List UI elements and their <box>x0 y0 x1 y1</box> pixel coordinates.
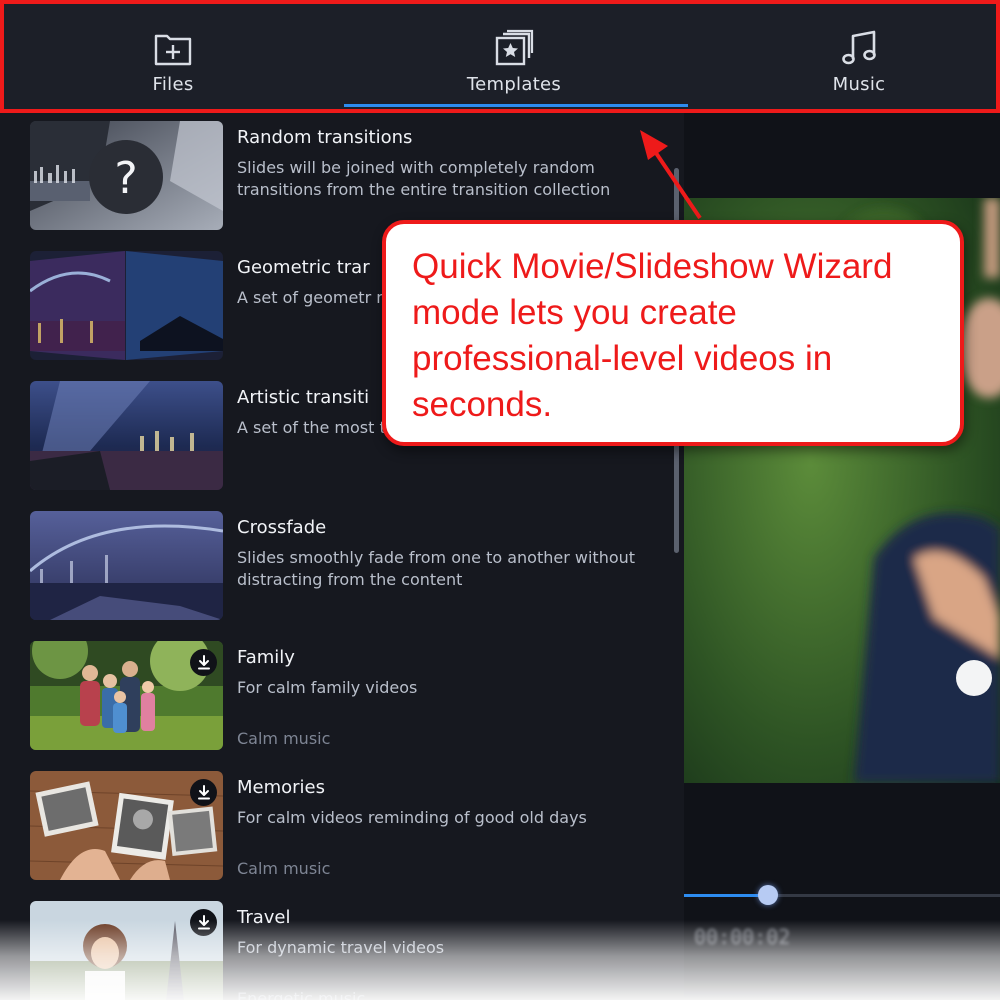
template-thumbnail <box>30 381 223 490</box>
seek-handle[interactable] <box>758 885 778 905</box>
template-thumbnail: ? <box>30 121 223 230</box>
download-badge[interactable] <box>190 649 217 676</box>
download-badge[interactable] <box>190 779 217 806</box>
svg-text:?: ? <box>114 153 137 204</box>
template-title: Travel <box>237 907 291 928</box>
template-item-memories[interactable]: Memories For calm videos reminding of go… <box>0 771 684 881</box>
template-item-crossfade[interactable]: Crossfade Slides smoothly fade from one … <box>0 511 684 621</box>
tab-templates[interactable]: Templates <box>349 8 679 110</box>
tab-files-label: Files <box>152 74 194 95</box>
template-music: Energetic music <box>237 989 366 1000</box>
template-description: Slides will be joined with completely ra… <box>237 158 611 199</box>
tab-music-label: Music <box>832 74 886 95</box>
template-item-travel[interactable]: Travel For dynamic travel videos Energet… <box>0 901 684 1000</box>
template-music: Calm music <box>237 729 331 748</box>
download-icon <box>197 655 210 670</box>
star-stack-icon <box>495 29 534 66</box>
tab-music[interactable]: Music <box>694 8 1000 110</box>
template-item-random-transitions[interactable]: ? Random transitions Slides will be join… <box>0 121 684 231</box>
top-tab-bar: Files Templates Music <box>0 0 1000 113</box>
template-thumbnail <box>30 901 223 1000</box>
template-music: Calm music <box>237 859 331 878</box>
template-title: Crossfade <box>237 517 327 538</box>
template-title: Family <box>237 647 295 668</box>
template-thumbnail <box>30 771 223 880</box>
template-title: Random transitions <box>237 127 413 148</box>
music-note-icon <box>842 30 876 65</box>
annotation-text: Quick Movie/Slideshow Wizard mode lets y… <box>412 247 893 424</box>
template-title: Memories <box>237 777 326 798</box>
download-icon <box>197 915 210 930</box>
template-description: For calm videos reminding of good old da… <box>237 808 587 827</box>
template-title: Geometric trar <box>237 257 370 278</box>
tab-files[interactable]: Files <box>8 8 338 110</box>
download-badge[interactable] <box>190 909 217 936</box>
folder-plus-icon <box>154 34 192 66</box>
template-title: Artistic transiti <box>237 387 370 408</box>
template-description: For dynamic travel videos <box>237 938 445 957</box>
template-thumbnail <box>30 641 223 750</box>
tab-templates-label: Templates <box>466 74 562 95</box>
annotation-callout: Quick Movie/Slideshow Wizard mode lets y… <box>382 220 964 446</box>
playback-timecode: 00:00:02 <box>694 925 791 949</box>
seek-bar-progress <box>684 894 768 897</box>
template-thumbnail <box>30 511 223 620</box>
template-item-family[interactable]: Family For calm family videos Calm music <box>0 641 684 751</box>
template-thumbnail <box>30 251 223 360</box>
active-tab-indicator <box>344 104 688 107</box>
template-description: Slides smoothly fade from one to another… <box>237 548 636 589</box>
template-description: For calm family videos <box>237 678 418 697</box>
download-icon <box>197 785 210 800</box>
